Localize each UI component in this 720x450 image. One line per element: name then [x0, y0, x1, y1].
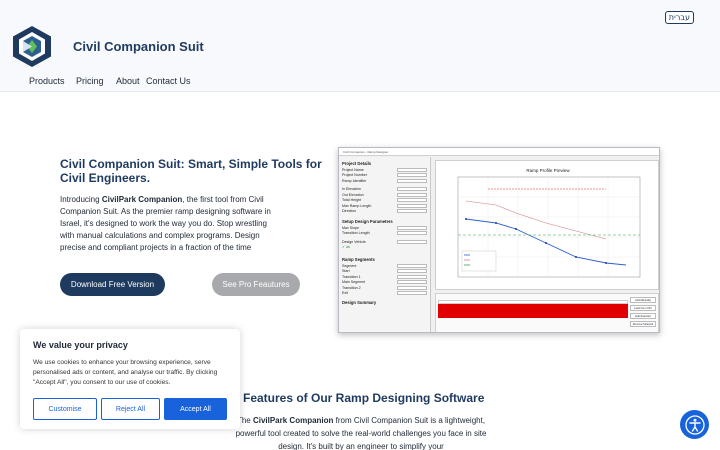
ramp-profile-chart-svg: Ramp Profile Preview [457, 168, 641, 278]
nav-item-about[interactable]: About [116, 76, 140, 86]
app-input [397, 274, 427, 279]
app-title-bar: Civil Companion - Ramp Designer [339, 148, 659, 156]
app-input [397, 263, 427, 268]
app-input [397, 192, 427, 197]
app-input [397, 187, 427, 192]
app-input [397, 280, 427, 285]
ramp-profile-chart: Ramp Profile Preview [435, 160, 659, 290]
app-input [397, 231, 427, 236]
hero-text-part: Introducing [60, 195, 102, 204]
app-load-csv-button: Load from CSV [630, 305, 656, 311]
features-product-name: CivilPark Companion [252, 416, 334, 425]
app-screenshot-image: Civil Companion - Ramp Designer Project … [338, 147, 660, 333]
app-section-title: Design Summary [342, 300, 377, 305]
app-form-row: Ramp Identifier [342, 178, 427, 184]
app-input [397, 198, 427, 203]
app-input [397, 291, 427, 296]
app-side-buttons: Add Manually Load from CSV Edit Selected… [630, 297, 656, 329]
app-input [397, 167, 427, 172]
app-add-manually-button: Add Manually [630, 297, 656, 303]
brand-name[interactable]: Civil Companion Suit [73, 39, 204, 54]
cookie-title: We value your privacy [33, 340, 128, 350]
app-status-line: ✓ ok [342, 245, 350, 250]
nav-item-contact[interactable]: Contact Us [146, 76, 191, 86]
chart-title: Ramp Profile Preview [526, 168, 570, 173]
app-input [397, 203, 427, 208]
app-input [397, 225, 427, 230]
cookie-accept-all-button[interactable]: Accept All [164, 398, 227, 420]
download-free-button[interactable]: Download Free Version [60, 273, 165, 296]
app-left-panel: Project Details Project Name Project Num… [339, 157, 431, 332]
nav-item-pricing[interactable]: Pricing [76, 76, 104, 86]
site-header: עברית Civil Companion Suit Products Pric… [0, 0, 720, 92]
cookie-text: We use cookies to enhance your browsing … [33, 359, 218, 386]
app-form-row: Transition Length [342, 231, 427, 237]
app-input [397, 239, 427, 244]
cookie-customise-button[interactable]: Customise [33, 398, 97, 420]
app-input [397, 209, 427, 214]
app-form-row: Exit [342, 291, 427, 297]
features-description: The CivilPark Companion from Civil Compa… [230, 414, 492, 450]
app-input [397, 178, 427, 183]
app-input [397, 285, 427, 290]
accessibility-icon [684, 414, 705, 435]
app-input [397, 173, 427, 178]
app-remove-selected-button: Remove Selected [630, 321, 656, 327]
cookie-consent-banner: We value your privacy We use cookies to … [20, 329, 240, 429]
hero-description: Introducing CivilPark Companion, the fir… [60, 194, 278, 254]
app-input [397, 269, 427, 274]
accessibility-button[interactable] [680, 410, 709, 439]
nav-item-products[interactable]: Products [29, 76, 65, 86]
see-pro-features-button[interactable]: See Pro Feautures [212, 273, 300, 296]
app-form-row: Direction [342, 209, 427, 215]
features-heading: Features of Our Ramp Designing Software [243, 391, 485, 405]
hero-title: Civil Companion Suit: Smart, Simple Tool… [60, 157, 322, 185]
app-section-title: Project Details [342, 161, 372, 166]
hexagon-logo-icon[interactable] [11, 25, 53, 68]
app-section-title: Setup Design Parameters [342, 219, 393, 224]
segments-table-selected-row [438, 304, 628, 318]
app-segments-table-panel: Add Manually Load from CSV Edit Selected… [435, 293, 659, 332]
app-section-title: Ramp Segments [342, 257, 375, 262]
language-toggle-button[interactable]: עברית [664, 11, 694, 24]
chart-legend [461, 250, 497, 272]
cookie-reject-all-button[interactable]: Reject All [101, 398, 160, 420]
hero-product-name: CivilPark Companion [101, 195, 183, 204]
app-edit-selected-button: Edit Selected [630, 313, 656, 319]
